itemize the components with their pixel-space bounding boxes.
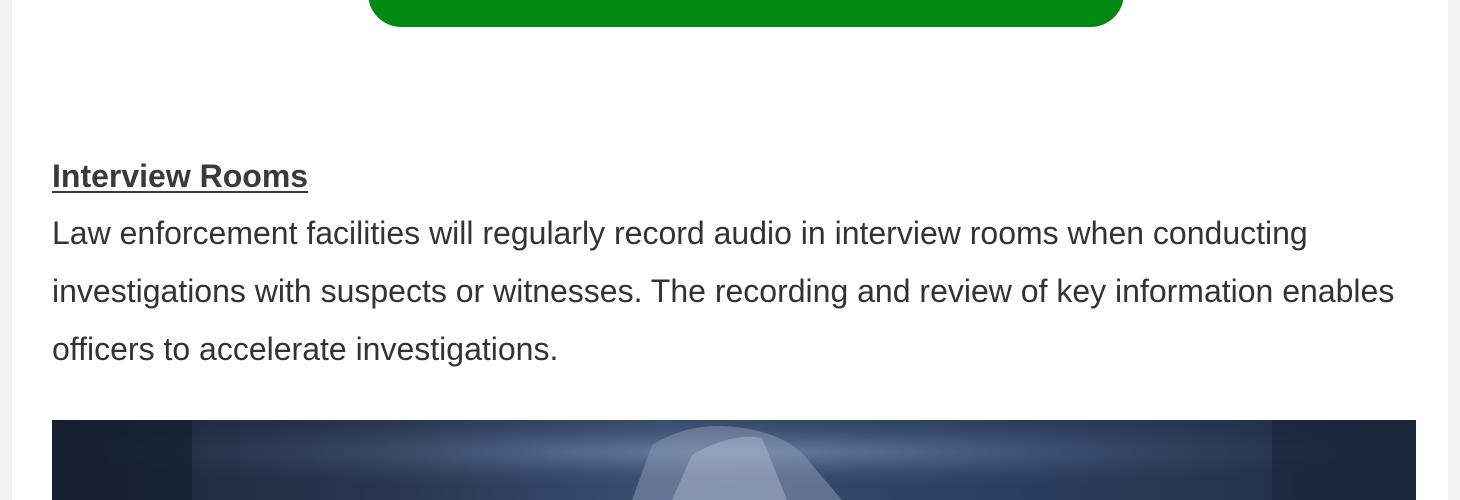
section-description: Law enforcement facilities will regularl… (52, 215, 1395, 367)
interview-rooms-section: Interview Rooms Law enforcement faciliti… (52, 155, 1432, 378)
call-to-action-button[interactable] (368, 0, 1124, 27)
section-heading: Interview Rooms (52, 158, 309, 194)
interview-room-image (52, 420, 1416, 500)
content-card: Interview Rooms Law enforcement faciliti… (12, 0, 1448, 500)
